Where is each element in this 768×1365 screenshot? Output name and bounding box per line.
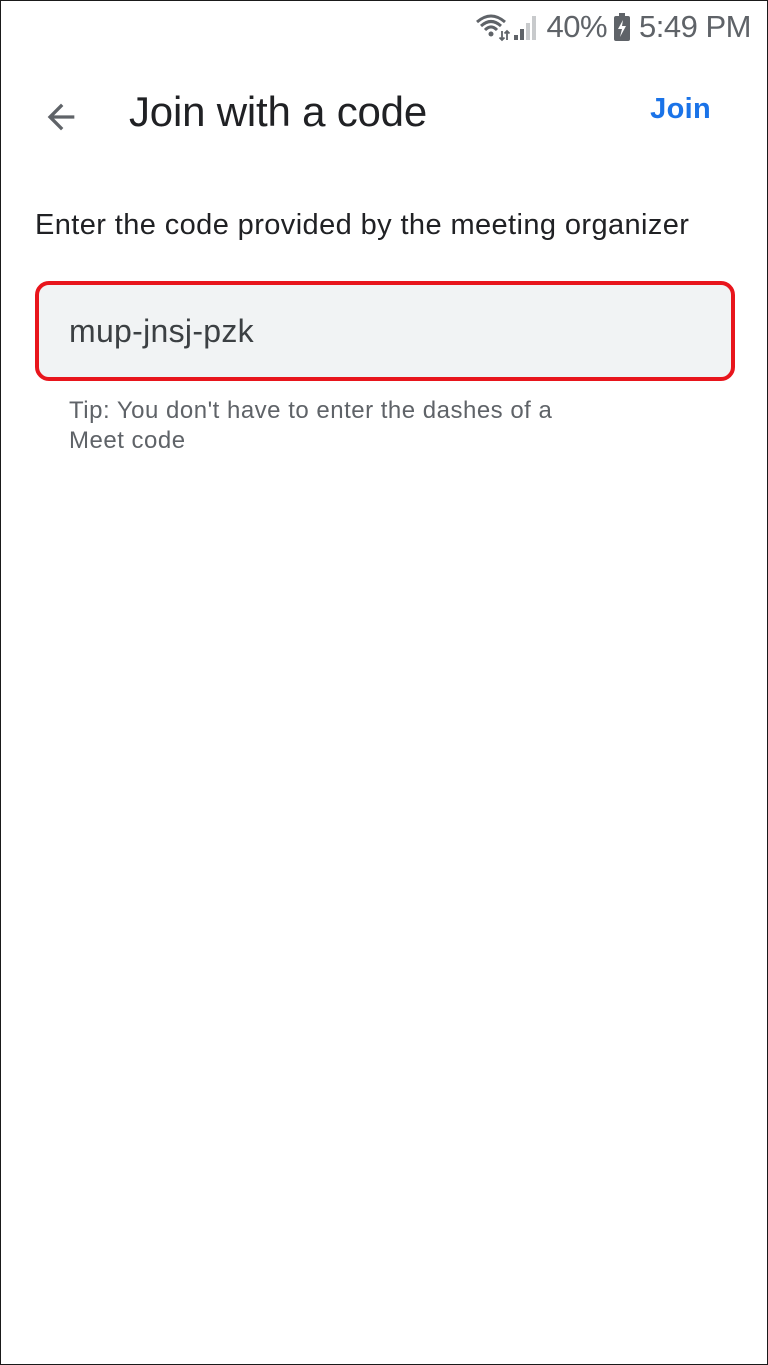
screen: 40% 5:49 PM Join with a code Join Enter … <box>0 0 768 1365</box>
join-button[interactable]: Join <box>650 93 711 126</box>
wifi-icon <box>475 12 511 42</box>
meeting-code-input[interactable] <box>69 312 731 350</box>
battery-percent: 40% <box>546 9 608 44</box>
arrow-back-icon <box>41 97 81 142</box>
page-title: Join with a code <box>129 88 427 135</box>
status-bar: 40% 5:49 PM <box>1 1 767 53</box>
battery-charging-icon <box>613 12 631 42</box>
status-clock: 5:49 PM <box>639 9 751 44</box>
instruction-text: Enter the code provided by the meeting o… <box>35 209 690 241</box>
meeting-code-field[interactable] <box>35 281 735 381</box>
tip-text: Tip: You don't have to enter the dashes … <box>69 397 553 454</box>
signal-icon <box>513 13 539 41</box>
app-bar: Join with a code Join <box>1 61 767 165</box>
back-button[interactable] <box>25 83 97 155</box>
